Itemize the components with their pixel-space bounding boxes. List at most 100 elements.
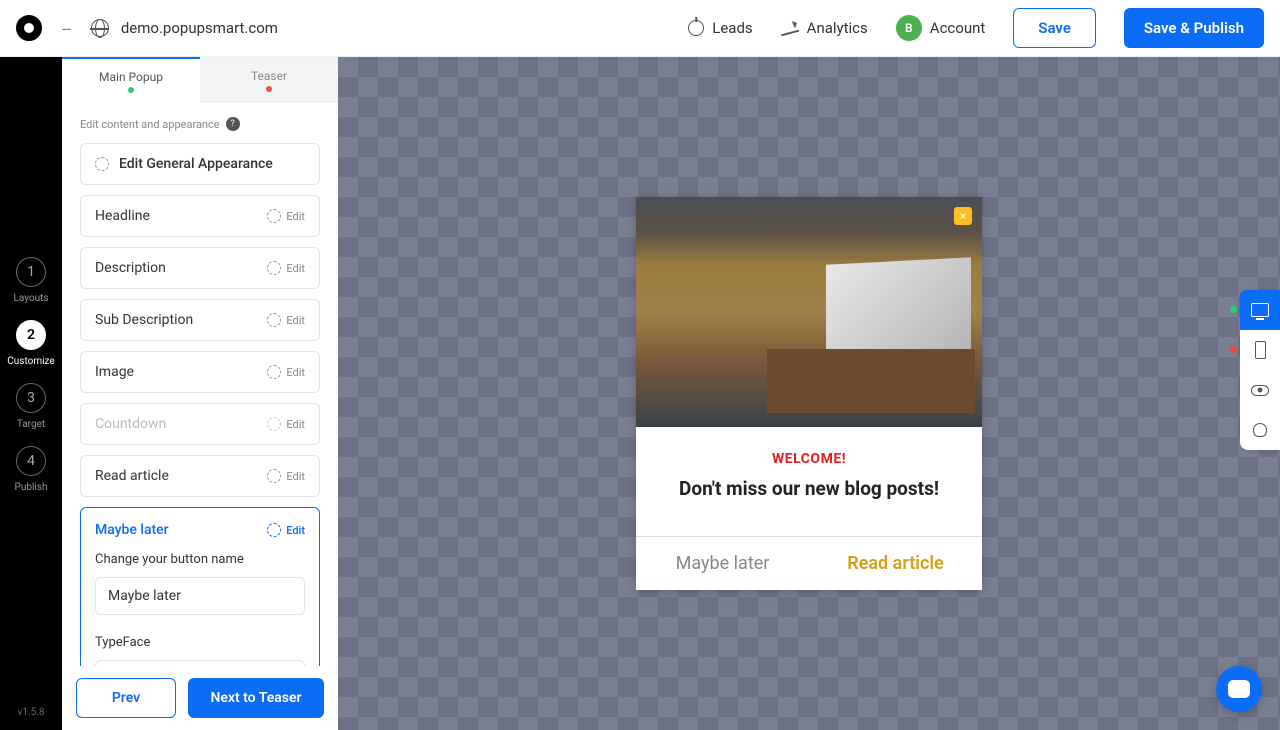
- edit-link: Edit: [286, 366, 305, 379]
- gear-icon: [267, 209, 281, 223]
- comp-label: Countdown: [95, 416, 166, 432]
- tab-label: Main Popup: [99, 70, 163, 84]
- nav-leads-label: Leads: [712, 19, 752, 37]
- step-label: Customize: [7, 356, 54, 367]
- component-sub-description[interactable]: Sub Description Edit: [80, 299, 320, 341]
- debug-button[interactable]: [1240, 410, 1280, 450]
- popup-kicker: WELCOME!: [654, 451, 964, 467]
- next-button[interactable]: Next to Teaser: [188, 678, 324, 718]
- step-circle: 3: [16, 383, 46, 413]
- step-circle: 2: [16, 320, 46, 350]
- comp-label: Headline: [95, 208, 150, 224]
- component-read-article[interactable]: Read article Edit: [80, 455, 320, 497]
- close-icon[interactable]: ×: [954, 207, 972, 225]
- prev-button[interactable]: Prev: [76, 678, 176, 718]
- comp-label: Description: [95, 260, 166, 276]
- topbar: -- demo.popupsmart.com Leads Analytics B…: [0, 0, 1280, 57]
- save-button[interactable]: Save: [1013, 8, 1096, 48]
- help-icon[interactable]: ?: [226, 117, 240, 131]
- viewport-tools: [1240, 290, 1280, 450]
- component-description[interactable]: Description Edit: [80, 247, 320, 289]
- step-customize[interactable]: 2 Customize: [7, 320, 54, 367]
- field-label-typeface: TypeFace: [95, 635, 305, 650]
- component-countdown[interactable]: Countdown Edit: [80, 403, 320, 445]
- chat-icon: [1228, 680, 1250, 698]
- analytics-icon: [781, 21, 799, 35]
- comp-label: Edit General Appearance: [119, 156, 273, 172]
- popup-primary-button[interactable]: Read article: [809, 537, 982, 590]
- comp-label: Maybe later: [95, 522, 169, 538]
- nav-account[interactable]: B Account: [896, 15, 986, 41]
- site-url[interactable]: demo.popupsmart.com: [121, 19, 278, 37]
- gear-icon: [267, 261, 281, 275]
- save-publish-button[interactable]: Save & Publish: [1124, 8, 1264, 48]
- edit-link: Edit: [286, 470, 305, 483]
- button-name-input[interactable]: [95, 577, 305, 615]
- eye-icon: [1251, 385, 1269, 396]
- step-label: Layouts: [13, 293, 48, 304]
- comp-label: Sub Description: [95, 312, 193, 328]
- step-layouts[interactable]: 1 Layouts: [13, 257, 48, 304]
- status-dot-icon: [1230, 346, 1237, 353]
- desktop-view-button[interactable]: [1240, 290, 1280, 330]
- edit-link: Edit: [286, 262, 305, 275]
- field-label-button-name: Change your button name: [95, 552, 305, 567]
- desktop-icon: [1251, 303, 1269, 317]
- leads-icon: [688, 20, 704, 36]
- comp-label: Read article: [95, 468, 169, 484]
- popup-preview: × WELCOME! Don't miss our new blog posts…: [636, 197, 982, 590]
- preview-button[interactable]: [1240, 370, 1280, 410]
- edit-general-appearance[interactable]: Edit General Appearance: [80, 143, 320, 185]
- preview-canvas[interactable]: × WELCOME! Don't miss our new blog posts…: [338, 57, 1280, 730]
- edit-link: Edit: [286, 418, 305, 431]
- gear-icon: [267, 469, 281, 483]
- panel-subtitle-text: Edit content and appearance: [80, 118, 220, 131]
- customize-panel: Main Popup Teaser Edit content and appea…: [62, 57, 338, 730]
- step-circle: 1: [16, 257, 46, 287]
- tab-label: Teaser: [251, 69, 287, 83]
- edit-link: Edit: [286, 314, 305, 327]
- popup-headline: Don't miss our new blog posts!: [654, 477, 964, 500]
- tab-teaser[interactable]: Teaser: [200, 57, 338, 103]
- brand-logo[interactable]: [16, 15, 42, 41]
- edit-link: Edit: [286, 210, 305, 223]
- mobile-view-button[interactable]: [1240, 330, 1280, 370]
- step-label: Target: [17, 419, 45, 430]
- nav-analytics-label: Analytics: [807, 19, 868, 37]
- step-circle: 4: [16, 446, 46, 476]
- step-target[interactable]: 3 Target: [16, 383, 46, 430]
- popup-image: [636, 197, 982, 427]
- step-label: Publish: [15, 482, 48, 493]
- step-publish[interactable]: 4 Publish: [15, 446, 48, 493]
- popup-actions: Maybe later Read article: [636, 536, 982, 590]
- nav-analytics[interactable]: Analytics: [781, 19, 868, 37]
- component-headline[interactable]: Headline Edit: [80, 195, 320, 237]
- step-rail: 1 Layouts 2 Customize 3 Target 4 Publish…: [0, 57, 62, 730]
- component-maybe-later[interactable]: Maybe later Edit Change your button name…: [80, 507, 320, 666]
- status-dot-icon: [266, 86, 272, 92]
- gear-icon: [267, 313, 281, 327]
- gear-icon: [267, 523, 281, 537]
- gear-icon: [95, 157, 109, 171]
- avatar: B: [896, 15, 922, 41]
- component-image[interactable]: Image Edit: [80, 351, 320, 393]
- panel-subtitle: Edit content and appearance ?: [80, 117, 320, 131]
- mobile-icon: [1255, 341, 1266, 359]
- status-dot-icon: [128, 87, 134, 93]
- popup-secondary-button[interactable]: Maybe later: [636, 537, 809, 590]
- nav-account-label: Account: [930, 19, 986, 37]
- bug-icon: [1253, 423, 1267, 437]
- comp-label: Image: [95, 364, 134, 380]
- globe-icon: [91, 19, 109, 37]
- chat-widget[interactable]: [1216, 666, 1262, 712]
- url-separator: --: [62, 19, 71, 38]
- edit-link: Edit: [286, 524, 305, 537]
- status-dot-icon: [1230, 306, 1237, 313]
- panel-tabs: Main Popup Teaser: [62, 57, 338, 103]
- gear-icon: [267, 417, 281, 431]
- panel-footer: Prev Next to Teaser: [62, 666, 338, 730]
- nav-leads[interactable]: Leads: [688, 19, 752, 37]
- tab-main-popup[interactable]: Main Popup: [62, 57, 200, 103]
- panel-body[interactable]: Edit content and appearance ? Edit Gener…: [62, 103, 338, 666]
- version-label: v1.5.8: [18, 707, 45, 718]
